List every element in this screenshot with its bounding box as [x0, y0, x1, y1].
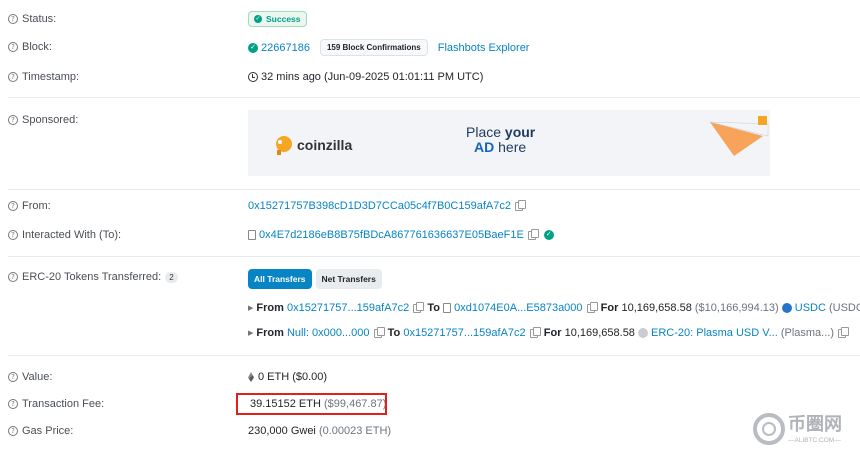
watermark-cn: 币圈网 — [788, 414, 842, 435]
check-circle-icon: ✓ — [248, 42, 258, 53]
timestamp-value: 32 mins ago (Jun-09-2025 01:01:11 PM UTC… — [261, 71, 484, 83]
highlight-box — [236, 393, 387, 415]
token-link[interactable]: USDC — [795, 302, 826, 314]
value-amount: 0 ETH ($0.00) — [258, 371, 328, 383]
usdc-token-icon — [781, 303, 792, 313]
gas-label: Gas Price: — [22, 425, 74, 437]
contract-icon — [443, 303, 452, 313]
gas-gwei: 230,000 Gwei — [248, 425, 316, 437]
ad-banner[interactable]: coinzilla Place your AD here — [248, 110, 770, 176]
transfer-from-word: From — [256, 327, 284, 339]
help-icon[interactable]: ? — [8, 426, 18, 436]
transfer-to-word: To — [427, 302, 441, 314]
transfer-to-word: To — [387, 327, 401, 339]
help-icon[interactable]: ? — [8, 14, 18, 24]
copy-icon[interactable] — [514, 199, 526, 211]
caret-right-icon: ▶ — [248, 305, 254, 312]
divider — [8, 189, 860, 190]
ad-headline: Place your AD here — [466, 124, 536, 155]
copy-icon[interactable] — [838, 326, 849, 338]
help-icon[interactable]: ? — [8, 201, 18, 211]
block-number-link[interactable]: 22667186 — [261, 42, 310, 54]
transfer-usd: ($10,166,994.13) — [694, 302, 779, 314]
divider — [8, 355, 860, 356]
gas-row: ? Gas Price: 230,000 Gwei (0.00023 ETH) — [0, 423, 860, 441]
token-icon — [638, 328, 648, 338]
copy-icon[interactable] — [586, 301, 598, 313]
divider — [8, 97, 860, 98]
copy-icon[interactable] — [413, 301, 425, 313]
transfer-to-link[interactable]: 0xd1074E0A...E5873a000 — [454, 302, 582, 314]
tab-net-transfers[interactable]: Net Transfers — [315, 269, 382, 289]
transfer-row: ▶ From Null: 0x000...000 To 0x15271757..… — [0, 326, 860, 343]
status-row: ? Status: ✓ Success — [0, 10, 860, 30]
confirmations-badge: 159 Block Confirmations — [319, 39, 428, 56]
interacted-label: Interacted With (To): — [22, 229, 122, 241]
sponsored-label: Sponsored: — [22, 114, 79, 126]
help-icon[interactable]: ? — [8, 42, 18, 52]
verified-check-icon: ✓ — [543, 230, 554, 240]
status-label: Status: — [22, 13, 57, 25]
transfer-amount: 10,169,658.58 — [564, 327, 635, 339]
ethereum-icon — [248, 372, 254, 382]
watermark: 币圈网 —ALIBTC.COM— — [752, 410, 860, 451]
gas-eth: (0.00023 ETH) — [318, 425, 392, 437]
contract-icon — [248, 230, 256, 240]
clock-icon — [248, 72, 258, 82]
status-badge-text: Success — [266, 14, 301, 24]
watermark-site: —ALIBTC.COM— — [788, 437, 841, 444]
block-label: Block: — [22, 41, 52, 53]
mascot-icon — [758, 116, 767, 125]
copy-icon[interactable] — [527, 228, 539, 240]
transfer-from-link[interactable]: 0x15271757...159afA7c2 — [287, 302, 409, 314]
help-icon[interactable]: ? — [8, 115, 18, 125]
copy-icon[interactable] — [529, 326, 541, 338]
status-badge: ✓ Success — [248, 11, 307, 27]
transfer-from-link[interactable]: Null: 0x000...000 — [287, 327, 370, 339]
fee-label: Transaction Fee: — [22, 398, 105, 410]
divider — [8, 256, 860, 257]
transfer-count-badge: 2 — [165, 271, 178, 283]
interacted-address-link[interactable]: 0x4E7d2186eB8B75fBDcA867761636637E05BaeF… — [259, 229, 524, 241]
help-icon[interactable]: ? — [8, 372, 18, 382]
transfer-for-word: For — [600, 302, 619, 314]
token-link[interactable]: ERC-20: Plasma USD V... — [651, 327, 778, 339]
from-row: ? From: 0x15271757B398cD1D3D7CCa05c4f7B0C… — [0, 198, 860, 218]
caret-right-icon: ▶ — [248, 330, 254, 337]
copy-icon[interactable] — [373, 326, 385, 338]
help-icon[interactable]: ? — [8, 230, 18, 240]
erc20-label: ERC-20 Tokens Transferred: — [22, 271, 162, 283]
from-address-link[interactable]: 0x15271757B398cD1D3D7CCa05c4f7B0C159afA7… — [248, 200, 511, 212]
transfer-row: ▶ From 0x15271757...159afA7c2 To 0xd1074… — [0, 301, 860, 318]
from-label: From: — [22, 200, 51, 212]
timestamp-label: Timestamp: — [22, 71, 80, 83]
watermark-logo-icon — [753, 413, 785, 445]
value-label: Value: — [22, 371, 53, 383]
transfer-amount: 10,169,658.58 — [621, 302, 692, 314]
token-symbol: (USDC) — [828, 302, 860, 314]
flashbots-explorer-link[interactable]: Flashbots Explorer — [438, 42, 530, 54]
ad-brand: coinzilla — [297, 137, 353, 153]
transfer-to-link[interactable]: 0x15271757...159afA7c2 — [403, 327, 525, 339]
tab-all-transfers[interactable]: All Transfers — [248, 269, 312, 289]
fee-row: ? Transaction Fee: 39.15152 ETH ($99,467.… — [0, 396, 860, 414]
check-circle-icon: ✓ — [254, 15, 262, 23]
interacted-row: ? Interacted With (To): 0x4E7d2186eB8B75f… — [0, 227, 860, 247]
transfer-from-word: From — [256, 302, 284, 314]
value-row: ? Value: 0 ETH ($0.00) — [0, 369, 860, 387]
timestamp-row: ? Timestamp: 32 mins ago (Jun-09-2025 01:… — [0, 68, 860, 88]
help-icon[interactable]: ? — [8, 72, 18, 82]
help-icon[interactable]: ? — [8, 399, 18, 409]
coinzilla-logo-icon — [276, 136, 292, 152]
block-row: ? Block: ✓ 22667186 159 Block Confirmatio… — [0, 38, 860, 58]
help-icon[interactable]: ? — [8, 272, 18, 282]
erc20-row: ? ERC-20 Tokens Transferred: 2 All Transfe… — [0, 268, 860, 289]
token-symbol: (Plasma...) — [780, 327, 834, 339]
transfer-for-word: For — [543, 327, 562, 339]
